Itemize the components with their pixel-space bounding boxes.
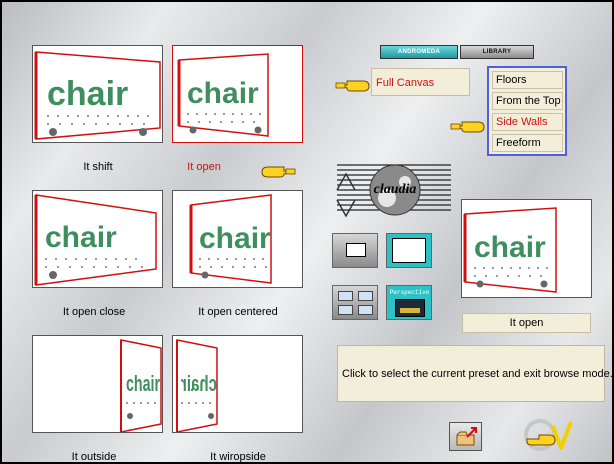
andromeda-browser-window: chair It shift chair It open chair It op… <box>2 2 612 462</box>
confirm-button[interactable] <box>523 418 573 455</box>
option-side-walls[interactable]: Side Walls <box>492 113 563 131</box>
chair-text: chair <box>45 221 117 254</box>
status-hint: Click to select the current preset and e… <box>337 345 612 402</box>
chair-text: chair <box>474 231 546 264</box>
option-freeform[interactable]: Freeform <box>492 134 563 152</box>
open-folder-icon <box>456 427 477 446</box>
preset-thumbnail-it-outside[interactable]: chair <box>32 335 163 433</box>
preset-thumbnail-it-open[interactable]: chair <box>172 45 303 143</box>
perspective-button[interactable]: Perspective <box>386 285 432 320</box>
preset-label-selected: It open <box>187 161 221 173</box>
tile-layout-button[interactable] <box>332 285 378 320</box>
checkmark-v-icon <box>551 421 573 450</box>
preset-label: It wiropside <box>210 451 266 462</box>
preset-thumbnail-it-wiropside[interactable]: chair <box>172 335 303 433</box>
chair-text: chair <box>47 75 128 113</box>
open-folder-button[interactable] <box>449 422 482 451</box>
pointing-hand-icon <box>260 163 296 179</box>
canvas-sub-options-panel: Floors From the Top Side Walls Freeform <box>487 66 567 156</box>
preset-label: It open close <box>62 306 126 318</box>
chair-text: chair <box>187 77 259 110</box>
preset-thumbnail-it-open-close[interactable]: chair <box>32 190 163 288</box>
tab-library[interactable]: LIBRARY <box>460 45 534 59</box>
preset-preview: chair <box>461 199 592 298</box>
option-from-the-top[interactable]: From the Top <box>492 92 563 110</box>
chair-text: chair <box>199 222 271 255</box>
perspective-label: Perspective <box>389 289 430 296</box>
scroll-up-arrow-icon[interactable] <box>335 170 357 195</box>
chair-text: chair <box>126 371 160 396</box>
pointing-hand-icon <box>335 77 371 93</box>
large-frame-button[interactable] <box>386 233 432 268</box>
preset-label: It shift <box>83 161 113 173</box>
preset-thumbnail-it-open-centered[interactable]: chair <box>172 190 303 288</box>
full-canvas-button[interactable]: Full Canvas <box>371 68 470 96</box>
small-frame-button[interactable] <box>332 233 378 268</box>
scroll-down-arrow-icon[interactable] <box>335 198 357 223</box>
preset-thumbnail-it-shift[interactable]: chair <box>32 45 163 143</box>
chair-text: chair <box>181 371 217 396</box>
option-floors[interactable]: Floors <box>492 71 563 89</box>
pointing-hand-icon <box>450 118 486 134</box>
preview-label: It open <box>462 313 591 333</box>
preset-label: It outside <box>71 451 117 462</box>
tab-andromeda[interactable]: ANDROMEDA <box>380 45 458 59</box>
svg-text:claudia: claudia <box>374 182 417 197</box>
preset-label: It open centered <box>198 306 278 318</box>
